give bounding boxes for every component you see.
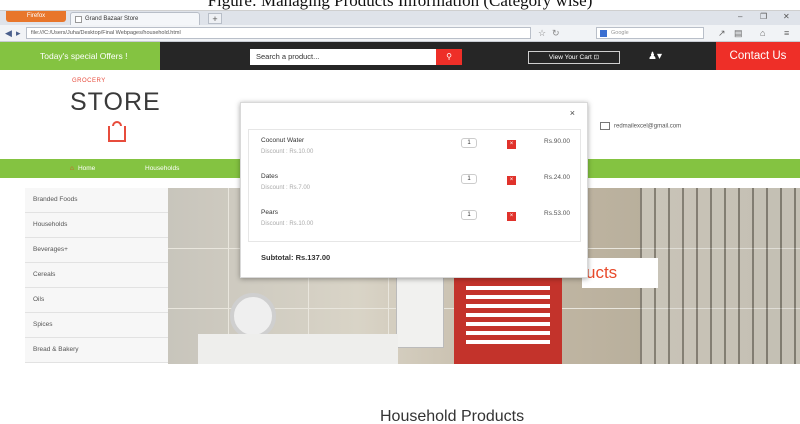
cart-item-list: Coconut Water Discount : Rs.10.00 1 × Rs… — [248, 129, 581, 242]
alarm-clock — [230, 293, 276, 339]
user-icon[interactable]: ♟▾ — [648, 49, 662, 65]
shopping-bag-icon — [108, 121, 126, 142]
item-price: Rs.24.00 — [544, 174, 571, 181]
sidebar-item-branded-foods[interactable]: Branded Foods — [25, 188, 168, 213]
tab-strip: Firefox Grand Bazaar Store + – ❐ ✕ — [0, 11, 800, 25]
url-bar[interactable]: file:///C:/Users/Juha/Desktop/Final Webp… — [26, 27, 531, 39]
special-offers-link[interactable]: Today's special Offers ! — [0, 42, 160, 70]
contact-us-button[interactable]: Contact Us — [716, 42, 800, 70]
category-sidebar: Branded Foods Households Beverages+ Cere… — [25, 188, 168, 363]
nav-household-link[interactable]: Households — [145, 159, 179, 178]
stove-top — [198, 334, 398, 364]
new-tab-button[interactable]: + — [208, 13, 222, 24]
item-name: Pears — [261, 209, 278, 216]
sidebar-item-beverages[interactable]: Beverages+ — [25, 238, 168, 263]
remove-item-button[interactable]: × — [507, 140, 516, 149]
minimize-button[interactable]: – — [738, 11, 742, 23]
quantity-input[interactable]: 1 — [461, 210, 477, 220]
menu-icon[interactable]: ≡ — [784, 27, 789, 39]
sidebar-item-cereals[interactable]: Cereals — [25, 263, 168, 288]
red-towel — [454, 266, 562, 364]
web-page: Today's special Offers ! Search a produc… — [0, 42, 800, 424]
remove-item-button[interactable]: × — [507, 212, 516, 221]
quantity-input[interactable]: 1 — [461, 138, 477, 148]
figure-caption: Figure: Managing Products Information (C… — [0, 0, 800, 10]
logo-main-text: STORE — [70, 88, 161, 116]
cart-modal: × Coconut Water Discount : Rs.10.00 1 × … — [240, 102, 588, 278]
forward-arrow-icon[interactable]: ▸ — [16, 27, 21, 39]
item-price: Rs.90.00 — [544, 138, 571, 145]
envelope-icon — [600, 122, 610, 130]
sidebar-item-spices[interactable]: Spices — [25, 313, 168, 338]
hanging-utensils — [640, 188, 800, 364]
remove-item-button[interactable]: × — [507, 176, 516, 185]
item-name: Coconut Water — [261, 137, 305, 144]
tab-title: Grand Bazaar Store — [85, 16, 139, 22]
products-heading: Household Products — [380, 408, 525, 424]
browser-search-input[interactable]: Google — [596, 27, 704, 39]
sidebar-item-bread-bakery[interactable]: Bread & Bakery — [25, 338, 168, 363]
search-button[interactable]: ⚲ — [436, 49, 462, 65]
browser-window: Firefox Grand Bazaar Store + – ❐ ✕ ◀ ▸ f… — [0, 10, 800, 424]
cart-item-row: Dates Discount : Rs.7.00 1 × Rs.24.00 — [249, 169, 580, 205]
logo-small-text: GROCERY — [72, 78, 106, 84]
item-price: Rs.53.00 — [544, 210, 571, 217]
home-icon[interactable]: ⌂ — [760, 27, 765, 39]
nav-toolbar: ◀ ▸ file:///C:/Users/Juha/Desktop/Final … — [0, 25, 800, 42]
reload-icon[interactable]: ↻ — [552, 27, 560, 39]
cart-item-row: Coconut Water Discount : Rs.10.00 1 × Rs… — [249, 133, 580, 169]
top-bar: Today's special Offers ! Search a produc… — [0, 42, 800, 70]
browser-tab[interactable]: Grand Bazaar Store — [70, 12, 200, 25]
download-arrow-icon[interactable]: ↗ — [718, 27, 726, 39]
page-icon — [75, 16, 82, 23]
product-search-input[interactable]: Search a product... — [250, 49, 436, 65]
close-window-button[interactable]: ✕ — [783, 11, 790, 23]
search-icon: ⚲ — [446, 52, 452, 61]
back-arrow-icon[interactable]: ◀ — [5, 27, 12, 39]
cart-subtotal: Subtotal: Rs.137.00 — [261, 253, 331, 262]
nav-home-label: Home — [77, 165, 96, 172]
cart-item-row: Pears Discount : Rs.10.00 1 × Rs.53.00 — [249, 205, 580, 241]
item-discount: Discount : Rs.7.00 — [261, 185, 311, 191]
cart-button-label: View Your Cart — [548, 54, 592, 61]
maximize-button[interactable]: ❐ — [760, 11, 767, 23]
wall-socket — [396, 276, 444, 348]
bookmarks-menu-icon[interactable]: ▤ — [734, 27, 743, 39]
item-discount: Discount : Rs.10.00 — [261, 149, 314, 155]
view-cart-button[interactable]: View Your Cart ⊡ — [528, 51, 620, 64]
firefox-menu-button[interactable]: Firefox — [6, 11, 66, 22]
item-name: Dates — [261, 173, 278, 180]
item-discount: Discount : Rs.10.00 — [261, 221, 314, 227]
close-icon[interactable]: × — [570, 108, 575, 118]
sidebar-item-households[interactable]: Households — [25, 213, 168, 238]
caption-text: Figure: Managing Products Information (C… — [207, 0, 593, 10]
home-nav-icon: ⌂ — [70, 165, 74, 172]
contact-email: redmailexcel@gmail.com — [600, 122, 681, 130]
google-icon — [600, 30, 607, 37]
email-text: redmailexcel@gmail.com — [614, 123, 682, 130]
cart-icon: ⊡ — [593, 54, 600, 61]
quantity-input[interactable]: 1 — [461, 174, 477, 184]
browser-search-placeholder: Google — [611, 30, 629, 36]
bookmark-star-icon[interactable]: ☆ — [538, 27, 546, 39]
store-logo[interactable]: GROCERY STORE — [68, 78, 183, 152]
sidebar-item-oils[interactable]: Oils — [25, 288, 168, 313]
banner-label: ucts — [582, 258, 658, 288]
nav-home-link[interactable]: ⌂ Home — [70, 159, 95, 178]
